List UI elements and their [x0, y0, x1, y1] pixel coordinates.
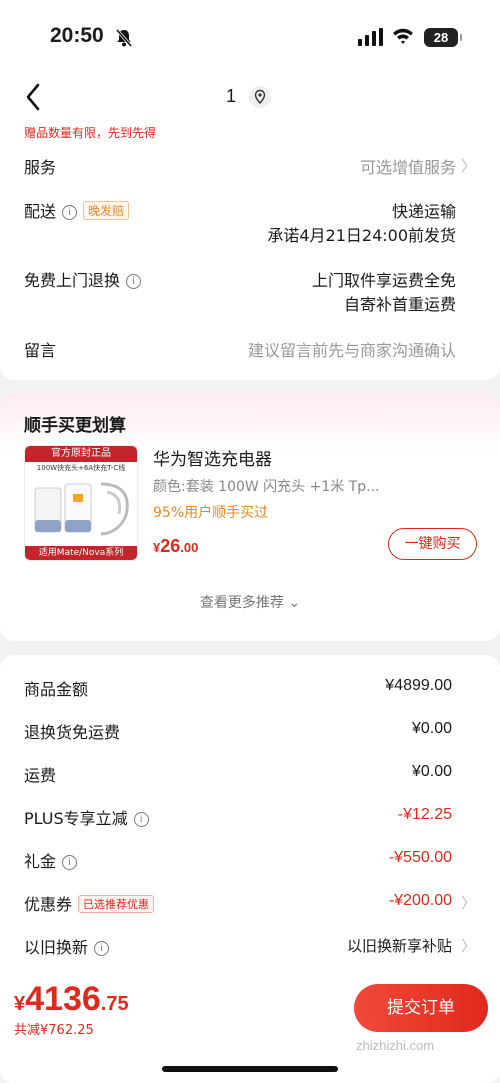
bill-label-goods: 商品金额	[24, 680, 89, 699]
image-subtitle: 100W快充头+6A快充T-C线	[36, 464, 126, 472]
bill-value-plus: -¥12.25	[397, 806, 452, 823]
product-spec[interactable]: 颜色:套装 100W 闪充头 +1米 Tp...	[153, 476, 393, 496]
bill-label-return-free: 退换货免运费	[24, 723, 121, 742]
return-value-pickup: 上门取件享运费全免	[311, 271, 456, 290]
total-price: ¥4136.75	[14, 980, 129, 1019]
image-banner-bottom: 适用Mate/Nova系列	[25, 546, 137, 560]
total-saved: 共减¥762.25	[14, 1023, 94, 1038]
image-banner-top: 官方原封正品	[25, 446, 137, 462]
chevron-down-icon: ⌄	[288, 595, 301, 611]
recommendation-title: 顺手买更划算	[24, 416, 126, 436]
info-icon[interactable]: i	[62, 205, 78, 220]
bell-off-icon	[115, 29, 133, 47]
battery-indicator: 28	[424, 28, 462, 47]
status-time: 20:50	[50, 24, 104, 47]
home-indicator	[162, 1066, 338, 1072]
bill-value-trade-in[interactable]: 以旧换新享补贴	[347, 935, 452, 956]
bill-value-coupon[interactable]: -¥200.00	[389, 892, 452, 910]
info-icon[interactable]: i	[126, 274, 142, 289]
info-icon[interactable]: i	[133, 812, 149, 827]
service-label: 服务	[24, 158, 57, 177]
status-bar: 20:50 28	[0, 0, 500, 70]
price-int: 26	[160, 536, 181, 556]
message-label: 留言	[24, 341, 57, 360]
message-input[interactable]: 建议留言前先与商家沟通确认	[248, 337, 456, 361]
address-count[interactable]: 1	[226, 86, 236, 107]
info-icon[interactable]: i	[94, 941, 110, 956]
back-arrow-icon[interactable]	[22, 82, 46, 112]
bill-label-trade-in: 以旧换新 i	[24, 934, 110, 958]
bill-label-plus: PLUS专享立减 i	[24, 805, 149, 829]
location-pin-icon[interactable]	[249, 86, 271, 108]
gift-notice: 赠品数量有限，先到先得	[24, 126, 157, 140]
price-dec: .00	[180, 540, 199, 555]
chevron-right-icon[interactable]: 〉	[461, 155, 476, 176]
signal-icon	[358, 28, 383, 46]
delivery-label-text: 配送	[24, 202, 57, 221]
delivery-method[interactable]: 快递运输	[392, 198, 456, 222]
watermark: zhizhizhi.com	[356, 1038, 435, 1053]
one-click-buy-button[interactable]: 一键购买	[388, 528, 477, 560]
chevron-right-icon[interactable]: 〉	[461, 892, 476, 913]
total-dec: .75	[100, 993, 129, 1015]
delivery-label: 配送 i 晚发赔	[24, 198, 130, 222]
recommendation-card: 顺手买更划算 官方原封正品 100W快充头+6A快充T-C线 适用Mate/No…	[0, 393, 500, 641]
more-recommendations-label: 查看更多推荐	[199, 595, 284, 611]
bill-label-shipping: 运费	[24, 766, 57, 785]
trade-in-label-text: 以旧换新	[24, 938, 89, 957]
charger-icon	[34, 482, 129, 536]
return-value-self: 自寄补首重运费	[343, 295, 456, 314]
bill-value-shipping: ¥0.00	[411, 763, 452, 780]
total-currency: ¥	[14, 993, 26, 1015]
coupon-tag: 已选推荐优惠	[78, 895, 155, 913]
return-label: 免费上门退换 i	[24, 267, 142, 291]
product-price: ¥26.00	[153, 536, 198, 557]
product-name[interactable]: 华为智选充电器	[153, 445, 272, 470]
submit-order-button[interactable]: 提交订单	[354, 984, 488, 1032]
product-image[interactable]: 官方原封正品 100W快充头+6A快充T-C线 适用Mate/Nova系列	[24, 445, 138, 561]
service-value[interactable]: 可选增值服务	[360, 154, 456, 178]
coupon-label-text: 优惠券	[24, 895, 73, 914]
bill-label-coupon: 优惠券 已选推荐优惠	[24, 891, 155, 915]
late-delivery-tag: 晚发赔	[83, 201, 130, 220]
order-info-card: 赠品数量有限，先到先得 服务 可选增值服务 〉 配送 i 晚发赔 快递运输 承诺4月…	[0, 122, 500, 380]
gift-money-label-text: 礼金	[24, 852, 57, 871]
total-int: 4136	[25, 980, 101, 1018]
product-purchase-stat: 95%用户顺手买过	[153, 505, 269, 521]
bill-value-goods: ¥4899.00	[385, 677, 452, 694]
bill-label-gift-money: 礼金 i	[24, 848, 78, 872]
chevron-right-icon[interactable]: 〉	[461, 935, 476, 956]
bill-value-return-free: ¥0.00	[411, 720, 452, 737]
nav-bar: 1	[0, 70, 500, 122]
more-recommendations-link[interactable]: 查看更多推荐 ⌄	[0, 592, 500, 612]
delivery-promise[interactable]: 承诺4月21日24:00前发货	[267, 222, 456, 246]
info-icon[interactable]: i	[62, 855, 78, 870]
bill-value-gift-money: -¥550.00	[388, 849, 452, 866]
return-label-text: 免费上门退换	[24, 271, 121, 290]
plus-label-text: PLUS专享立减	[24, 809, 128, 828]
wifi-icon	[393, 28, 413, 44]
